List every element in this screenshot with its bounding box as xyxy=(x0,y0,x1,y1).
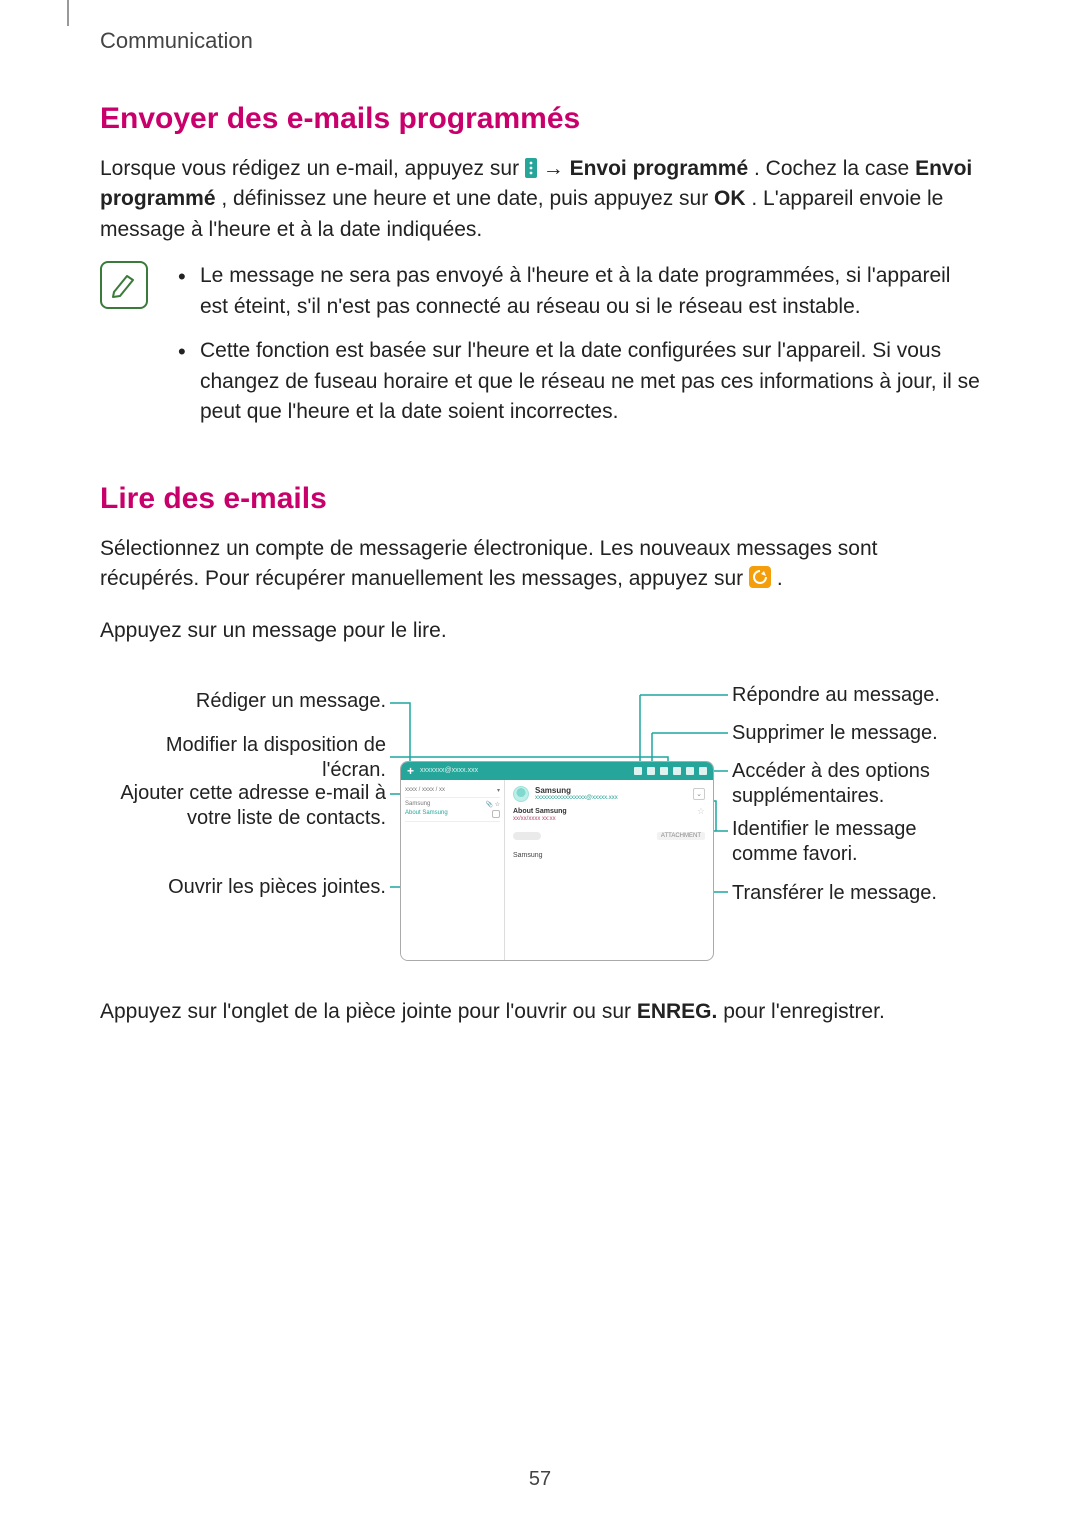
message-body: Samsung xyxy=(513,852,705,859)
device-frame: + xxxxxxx@xxxx.xxx xxxx / xxxx / xx ▾ xyxy=(400,761,714,961)
attachment-icon: 📎 ☆ xyxy=(485,801,500,808)
email-reader-diagram: Rédiger un message. Modifier la disposit… xyxy=(100,667,980,967)
callout-reply: Répondre au message. xyxy=(732,683,982,708)
message-subject: About Samsung xyxy=(513,808,705,815)
refresh-icon xyxy=(749,566,771,588)
account-label: xxxxxxx@xxxx.xxx xyxy=(420,767,628,774)
list-item[interactable]: Samsung 📎 ☆ About Samsung xyxy=(405,798,500,822)
note-icon xyxy=(100,261,148,309)
avatar[interactable] xyxy=(513,786,529,802)
callout-delete: Supprimer le message. xyxy=(732,721,982,746)
message-from: Samsung xyxy=(535,786,618,795)
text: → xyxy=(543,157,570,180)
callout-add-contact: Ajouter cette adresse e-mail à votre lis… xyxy=(106,781,386,831)
callout-more-options: Accéder à des options supplémentaires. xyxy=(732,759,982,809)
attachment-tag[interactable]: ATTACHMENT xyxy=(657,832,705,840)
heading-scheduled-emails: Envoyer des e-mails programmés xyxy=(100,102,980,136)
message-list: xxxx / xxxx / xx ▾ Samsung 📎 ☆ About Samsu… xyxy=(401,780,505,960)
note-item: Cette fonction est basée sur l'heure et … xyxy=(172,336,980,427)
callout-forward: Transférer le message. xyxy=(732,881,982,906)
message-pane: Samsung xxxxxxxxxxxxxxxxx@xxxxx.xxx ⌄ ☆ … xyxy=(505,780,713,960)
note-block: Le message ne sera pas envoyé à l'heure … xyxy=(100,261,980,441)
text: Lorsque vous rédigez un e-mail, appuyez … xyxy=(100,157,525,180)
list-date-row: xxxx / xxxx / xx ▾ xyxy=(405,784,500,798)
text: . Cochez la case xyxy=(754,157,915,180)
callout-favorite: Identifier le message comme favori. xyxy=(732,817,982,867)
text: . xyxy=(777,567,783,590)
note-item: Le message ne sera pas envoyé à l'heure … xyxy=(172,261,980,322)
text: pour l'enregistrer. xyxy=(723,1000,885,1023)
overflow-menu-icon[interactable] xyxy=(699,767,707,775)
text: Appuyez sur l'onglet de la pièce jointe … xyxy=(100,1000,637,1023)
expand-icon[interactable]: ⌄ xyxy=(693,788,705,800)
text-bold: OK xyxy=(714,187,746,210)
checkbox-icon[interactable] xyxy=(492,810,500,818)
message-address: xxxxxxxxxxxxxxxxx@xxxxx.xxx xyxy=(535,795,618,801)
message-date: xx/xx/xxxx xx:xx xyxy=(513,816,705,822)
chevron-down-icon[interactable]: ▾ xyxy=(497,787,500,794)
forward-icon[interactable] xyxy=(660,767,668,775)
list-subject: About Samsung xyxy=(405,810,448,818)
list-from: Samsung xyxy=(405,801,430,808)
page-number: 57 xyxy=(0,1468,1080,1491)
layout-icon[interactable] xyxy=(686,767,694,775)
text-bold: ENREG. xyxy=(637,1000,718,1023)
para-scheduled-intro: Lorsque vous rédigez un e-mail, appuyez … xyxy=(100,154,980,245)
section-header: Communication xyxy=(100,28,980,54)
heading-read-emails: Lire des e-mails xyxy=(100,482,980,516)
page-crop-mark xyxy=(67,0,69,26)
callout-layout: Modifier la disposition de l'écran. xyxy=(106,733,386,783)
list-date: xxxx / xxxx / xx xyxy=(405,787,445,794)
note-list: Le message ne sera pas envoyé à l'heure … xyxy=(172,261,980,441)
para-tap-to-read: Appuyez sur un message pour le lire. xyxy=(100,616,980,646)
reply-all-icon[interactable] xyxy=(647,767,655,775)
reply-icon[interactable] xyxy=(634,767,642,775)
callout-open-attachments: Ouvrir les pièces jointes. xyxy=(106,875,386,900)
text-bold: Envoi programmé xyxy=(570,157,749,180)
para-read-intro: Sélectionnez un compte de messagerie éle… xyxy=(100,534,980,595)
compose-icon[interactable]: + xyxy=(407,765,414,777)
callout-compose: Rédiger un message. xyxy=(106,689,386,714)
toolbar-actions xyxy=(634,767,707,775)
device-toolbar: + xxxxxxx@xxxx.xxx xyxy=(401,762,713,780)
delete-icon[interactable] xyxy=(673,767,681,775)
star-icon[interactable]: ☆ xyxy=(697,806,705,817)
overflow-menu-icon xyxy=(525,158,537,178)
attachment-pill[interactable] xyxy=(513,832,541,840)
text: , définissez une heure et une date, puis… xyxy=(221,187,714,210)
para-attachment: Appuyez sur l'onglet de la pièce jointe … xyxy=(100,997,980,1027)
